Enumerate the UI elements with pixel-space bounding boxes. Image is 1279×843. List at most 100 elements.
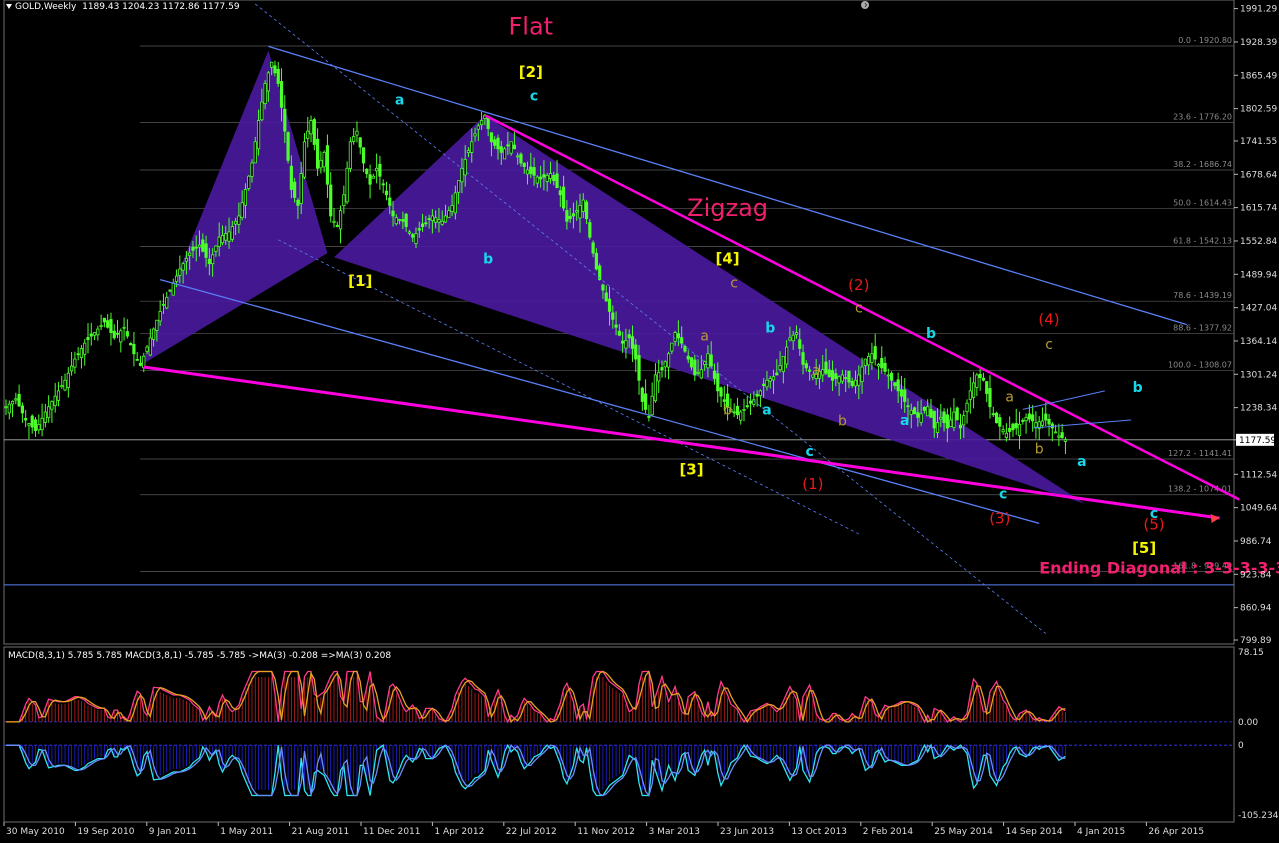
candle-body bbox=[732, 411, 736, 414]
candle-body bbox=[158, 310, 162, 322]
candle-body bbox=[332, 220, 336, 223]
candle-body bbox=[447, 210, 451, 219]
candle-body bbox=[457, 180, 461, 193]
candle-body bbox=[601, 284, 605, 291]
candle-body bbox=[224, 233, 228, 241]
candle-body bbox=[404, 213, 408, 227]
candle-body bbox=[873, 346, 877, 360]
candle-body bbox=[771, 376, 776, 381]
candle-body bbox=[309, 120, 313, 135]
candle-body bbox=[358, 137, 362, 148]
candle-body bbox=[243, 189, 248, 206]
candle-body bbox=[1060, 432, 1064, 439]
candle-body bbox=[614, 324, 618, 328]
candle-body bbox=[785, 346, 789, 365]
candle-body bbox=[168, 289, 172, 292]
y-tick-label: 1615.74 bbox=[1240, 204, 1277, 214]
close-icon[interactable] bbox=[858, 0, 872, 10]
candle-body bbox=[916, 412, 920, 418]
candle-body bbox=[719, 387, 723, 397]
candle-body bbox=[338, 210, 343, 230]
wave-label: (1) bbox=[802, 475, 823, 493]
candle-body bbox=[768, 378, 772, 382]
candle-body bbox=[1031, 414, 1035, 422]
wave-label: b bbox=[1133, 380, 1143, 396]
y-tick-label: 1802.59 bbox=[1240, 105, 1277, 115]
candle-body bbox=[978, 373, 982, 379]
candle-body bbox=[611, 312, 615, 320]
candle-body bbox=[279, 81, 284, 108]
candle-body bbox=[594, 252, 599, 270]
candle-body bbox=[627, 334, 631, 339]
candle-body bbox=[640, 387, 644, 402]
chart-header: GOLD,Weekly 1189.43 1204.23 1172.86 1177… bbox=[6, 2, 240, 12]
candle-body bbox=[102, 317, 106, 323]
current-price-label: 1177.59 bbox=[1239, 436, 1276, 446]
candle-body bbox=[568, 215, 572, 220]
candle-body bbox=[870, 353, 874, 363]
candle-body bbox=[381, 183, 385, 186]
y-tick-label: 1364.14 bbox=[1240, 337, 1277, 347]
candle-body bbox=[499, 146, 503, 153]
candle-body bbox=[109, 319, 113, 333]
wave-label: b bbox=[838, 413, 847, 429]
candle-body bbox=[270, 61, 274, 68]
candle-body bbox=[821, 369, 825, 376]
candle-body bbox=[926, 406, 930, 417]
candle-body bbox=[92, 332, 97, 336]
x-tick-label: 2 Feb 2014 bbox=[863, 827, 914, 837]
candle-body bbox=[325, 145, 330, 185]
candle-body bbox=[365, 168, 369, 174]
candle-body bbox=[466, 150, 471, 154]
candle-body bbox=[250, 162, 254, 177]
candle-body bbox=[375, 167, 379, 172]
candle-body bbox=[174, 275, 179, 282]
x-tick-label: 14 Sep 2014 bbox=[1006, 827, 1063, 837]
candle-body bbox=[880, 358, 884, 369]
x-tick-label: 21 Aug 2011 bbox=[292, 827, 350, 837]
candle-body bbox=[463, 159, 467, 176]
candle-body bbox=[522, 162, 526, 167]
candle-body bbox=[994, 412, 999, 424]
candle-body bbox=[132, 343, 136, 355]
candle-body bbox=[191, 246, 195, 251]
candle-body bbox=[119, 330, 123, 343]
candle-body bbox=[60, 385, 64, 388]
candle-body bbox=[735, 405, 740, 416]
dropdown-icon[interactable] bbox=[6, 4, 12, 9]
candle-body bbox=[1008, 428, 1012, 432]
candle-body bbox=[161, 303, 166, 306]
candle-body bbox=[342, 194, 346, 207]
candle-body bbox=[571, 213, 576, 217]
x-tick-label: 1 Apr 2012 bbox=[434, 827, 484, 837]
candle-body bbox=[588, 222, 592, 238]
candle-body bbox=[988, 388, 992, 408]
wave-label: Flat bbox=[509, 13, 554, 41]
candle-body bbox=[220, 235, 225, 244]
candle-body bbox=[135, 359, 139, 361]
candle-body bbox=[63, 379, 67, 391]
candle-body bbox=[781, 356, 785, 373]
candle-body bbox=[673, 332, 677, 342]
price-chart: 0.0 - 1920.80 23.6 - 1776.20 38.2 - 1686.7… bbox=[3, 0, 1279, 837]
x-tick-label: 11 Dec 2011 bbox=[363, 827, 421, 837]
candle-body bbox=[434, 217, 438, 223]
fib-label: 50.0 - 1614.43 bbox=[1173, 198, 1232, 207]
candle-body bbox=[968, 390, 972, 400]
macd-scale-label: 0.00 bbox=[1238, 718, 1258, 728]
candle-body bbox=[217, 236, 221, 247]
candle-body bbox=[293, 181, 297, 198]
candle-body bbox=[247, 175, 251, 189]
candle-body bbox=[14, 398, 18, 401]
candle-body bbox=[834, 373, 838, 379]
candle-body bbox=[489, 132, 494, 143]
candle-body bbox=[827, 369, 831, 378]
candle-body bbox=[545, 174, 549, 182]
candle-body bbox=[197, 244, 202, 248]
macd-scale-label: 78.15 bbox=[1238, 648, 1264, 658]
candle-body bbox=[1034, 422, 1038, 428]
candle-body bbox=[516, 155, 520, 158]
candle-body bbox=[666, 353, 671, 368]
fib-label: 88.6 - 1377.92 bbox=[1173, 324, 1232, 333]
candle-body bbox=[922, 406, 927, 411]
